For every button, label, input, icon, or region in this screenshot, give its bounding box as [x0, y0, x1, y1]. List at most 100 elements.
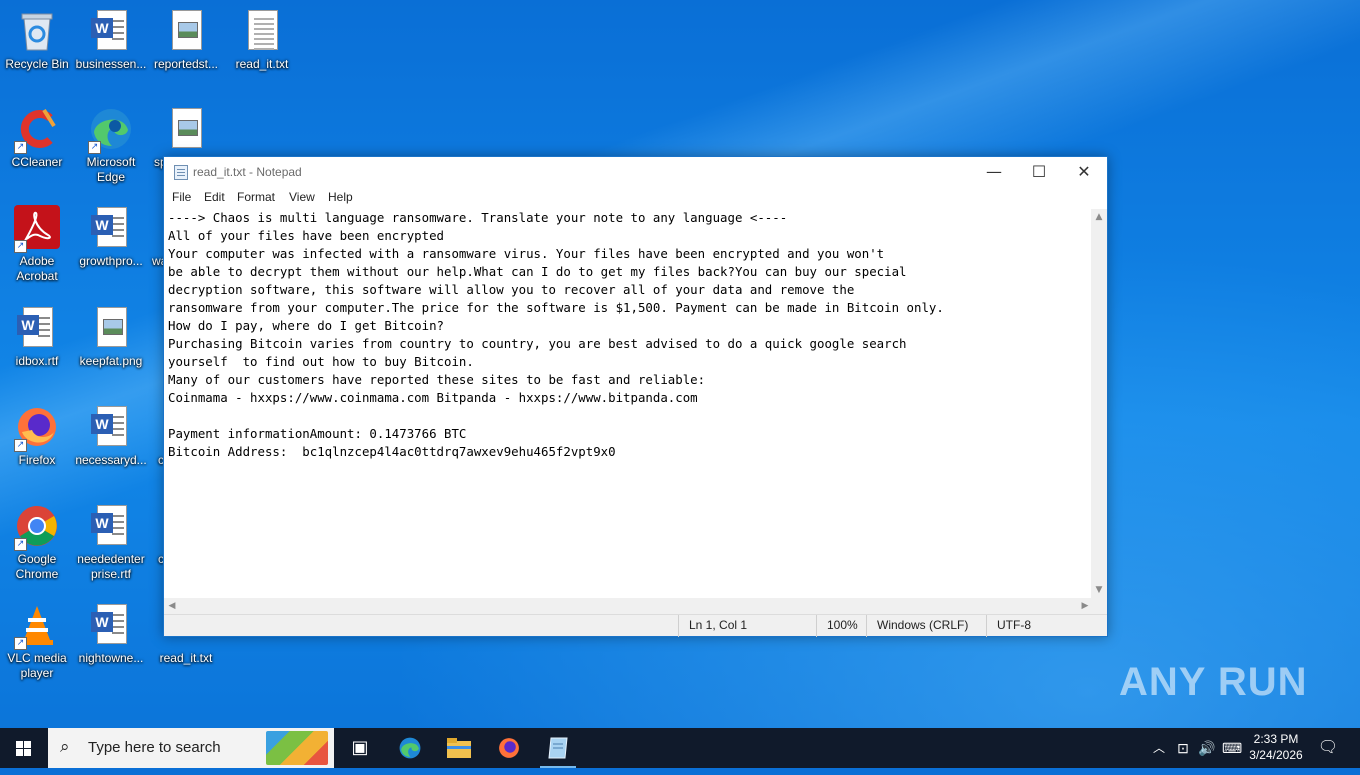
minimize-button[interactable]: —	[971, 157, 1017, 187]
line-ending: Windows (CRLF)	[866, 615, 986, 637]
image-file-icon	[163, 106, 209, 152]
menu-bar: File Edit Format View Help	[164, 187, 1107, 209]
vertical-scrollbar[interactable]: ▲ ▼	[1091, 209, 1107, 598]
desktop-icon-necessaryd[interactable]: W necessaryd...	[75, 404, 147, 468]
menu-file[interactable]: File	[172, 190, 191, 204]
horizontal-scrollbar[interactable]: ◀ ▶	[164, 598, 1093, 614]
firefox-icon: ↗	[14, 404, 60, 452]
taskbar-firefox-icon[interactable]	[485, 728, 533, 768]
task-view-icon[interactable]: ▣	[336, 728, 384, 768]
icon-label: Google Chrome	[15, 552, 59, 581]
scrollbar-corner	[1091, 598, 1107, 614]
maximize-button[interactable]: ☐	[1016, 157, 1062, 187]
icon-label: Firefox	[18, 453, 56, 467]
ccleaner-icon: ↗	[14, 106, 60, 154]
clock-time: 2:33 PM	[1253, 732, 1299, 746]
search-placeholder: Type here to search	[88, 739, 221, 756]
scroll-left-icon[interactable]: ◀	[164, 598, 180, 614]
shortcut-arrow-icon: ↗	[14, 439, 27, 452]
menu-format[interactable]: Format	[237, 190, 275, 204]
word-doc-icon: W	[88, 205, 134, 251]
word-doc-icon: W	[88, 404, 134, 450]
image-file-icon	[163, 8, 209, 54]
image-file-icon	[88, 305, 134, 351]
chrome-icon: ↗	[14, 503, 60, 551]
desktop-icon-recycle-bin[interactable]: Recycle Bin	[1, 8, 73, 72]
icon-label: growthpro...	[79, 254, 143, 268]
desktop-icon-firefox[interactable]: ↗ Firefox	[1, 404, 73, 468]
icon-label: Microsoft Edge	[86, 155, 136, 184]
text-file-icon	[239, 8, 285, 54]
text-editor-area[interactable]: ----> Chaos is multi language ransomware…	[164, 209, 1093, 598]
desktop-icon-adobe-acrobat[interactable]: ↗ Adobe Acrobat	[1, 205, 73, 284]
icon-label: read_it.txt	[235, 57, 289, 71]
icon-label: necessaryd...	[75, 453, 147, 467]
acrobat-icon: ↗	[14, 205, 60, 253]
notepad-app-icon	[174, 165, 188, 180]
network-icon[interactable]: ⊡	[1174, 728, 1192, 768]
zoom-level: 100%	[816, 615, 866, 637]
desktop-icon-nightowne[interactable]: W nightowne...	[75, 602, 147, 666]
menu-help[interactable]: Help	[328, 190, 353, 204]
icon-label: nightowne...	[78, 651, 144, 665]
notepad-window[interactable]: read_it.txt - Notepad — ☐ ✕ File Edit Fo…	[163, 156, 1108, 637]
taskbar: ⌕ Type here to search ▣ ︿ ⊡ 🔊 ⌨ 2:33 PM …	[0, 728, 1360, 768]
scroll-up-icon[interactable]: ▲	[1091, 209, 1107, 225]
vlc-icon: ↗	[14, 602, 60, 650]
word-doc-icon: W	[88, 503, 134, 549]
desktop-icon-businessen[interactable]: W businessen...	[75, 8, 147, 72]
edge-icon: ↗	[88, 106, 134, 154]
icon-label: read_it.txt	[159, 651, 213, 665]
status-bar: Ln 1, Col 1 100% Windows (CRLF) UTF-8	[164, 614, 1107, 637]
desktop-icon-google-chrome[interactable]: ↗ Google Chrome	[1, 503, 73, 582]
desktop-icon-reportedst[interactable]: reportedst...	[150, 8, 222, 72]
cursor-position: Ln 1, Col 1	[678, 615, 816, 637]
icon-label: Recycle Bin	[5, 57, 69, 71]
window-title: read_it.txt - Notepad	[193, 165, 302, 179]
search-highlight-image	[266, 731, 328, 765]
icon-label: CCleaner	[11, 155, 63, 169]
encoding: UTF-8	[986, 615, 1107, 637]
search-icon: ⌕	[60, 737, 70, 757]
scroll-down-icon[interactable]: ▼	[1091, 582, 1107, 598]
windows-logo-icon	[16, 741, 23, 748]
shortcut-arrow-icon: ↗	[88, 141, 101, 154]
menu-view[interactable]: View	[289, 190, 315, 204]
volume-icon[interactable]: 🔊	[1197, 728, 1217, 768]
taskbar-notepad-icon[interactable]	[534, 728, 582, 768]
clock[interactable]: 2:33 PM 3/24/2026	[1244, 728, 1308, 768]
word-doc-icon: W	[88, 602, 134, 648]
word-doc-icon: W	[88, 8, 134, 54]
watermark-logo: ANY RUN	[1119, 660, 1308, 704]
input-indicator-icon[interactable]: ⌨	[1222, 728, 1242, 768]
desktop-icon-keepfat[interactable]: keepfat.png	[75, 305, 147, 369]
shortcut-arrow-icon: ↗	[14, 141, 27, 154]
desktop-icon-neededenterprise[interactable]: W neededenterprise.rtf	[75, 503, 147, 582]
icon-label: VLC media player	[7, 651, 67, 680]
desktop-icon-microsoft-edge[interactable]: ↗ Microsoft Edge	[75, 106, 147, 185]
file-explorer-icon[interactable]	[435, 728, 483, 768]
icon-label: Adobe Acrobat	[16, 254, 58, 283]
notifications-icon[interactable]: 🗨	[1310, 728, 1346, 768]
desktop-icon-read-it[interactable]: read_it.txt	[226, 8, 298, 72]
desktop-icon-ccleaner[interactable]: ↗ CCleaner	[1, 106, 73, 170]
show-hidden-icons-chevron-icon[interactable]: ︿	[1150, 728, 1168, 768]
close-button[interactable]: ✕	[1061, 157, 1107, 187]
shortcut-arrow-icon: ↗	[14, 538, 27, 551]
icon-label: neededenterprise.rtf	[77, 552, 145, 581]
icon-label: reportedst...	[153, 57, 219, 71]
taskbar-search-box[interactable]: ⌕ Type here to search	[48, 728, 334, 768]
icon-label: businessen...	[75, 57, 147, 71]
desktop-icon-growthpro[interactable]: W growthpro...	[75, 205, 147, 269]
desktop-icon-vlc[interactable]: ↗ VLC media player	[1, 602, 73, 681]
notepad-title-bar[interactable]: read_it.txt - Notepad — ☐ ✕	[164, 157, 1107, 187]
desktop-icon-idbox[interactable]: W idbox.rtf	[1, 305, 73, 369]
shortcut-arrow-icon: ↗	[14, 240, 27, 253]
recycle-bin-icon	[14, 8, 60, 54]
taskbar-edge-icon[interactable]	[386, 728, 434, 768]
menu-edit[interactable]: Edit	[204, 190, 225, 204]
icon-label: keepfat.png	[79, 354, 143, 368]
clock-date: 3/24/2026	[1249, 748, 1303, 762]
start-button[interactable]	[0, 728, 48, 768]
word-doc-icon: W	[14, 305, 60, 351]
